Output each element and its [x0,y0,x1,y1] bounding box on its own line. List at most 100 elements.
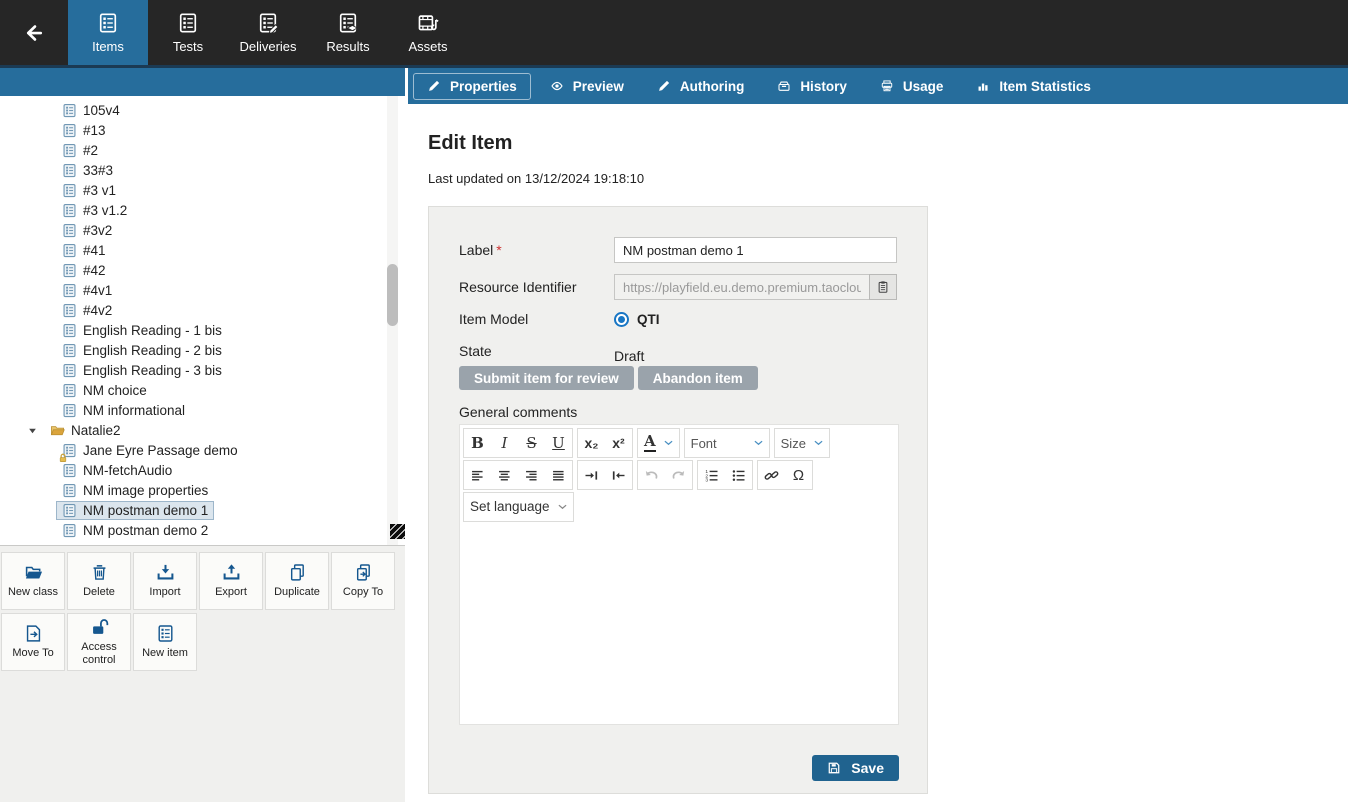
qti-radio-label: QTI [637,312,660,327]
tree-item-nm-postman-demo-1[interactable]: NM postman demo 1 [0,500,405,520]
tree-item-4v1[interactable]: #4v1 [0,280,405,300]
tree-scrollbar-thumb[interactable] [387,264,398,326]
comments-text-area[interactable] [460,524,898,724]
abandon-item-button[interactable]: Abandon item [638,366,758,390]
align-left-button[interactable] [464,461,491,489]
tree-item-english-reading-2-bis[interactable]: English Reading - 2 bis [0,340,405,360]
tab-deliveries[interactable]: Deliveries [228,0,308,65]
special-character-button[interactable]: Ω [785,461,812,489]
action-button-label: Duplicate [274,586,320,599]
item-icon [62,363,77,378]
copy-to-clipboard-button[interactable] [869,274,897,300]
tree-item-english-reading-3-bis[interactable]: English Reading - 3 bis [0,360,405,380]
item-main-area: PropertiesPreviewAuthoringHistory Usage It… [408,68,1348,802]
tab-label: Assets [408,39,447,54]
export-button[interactable]: Export [199,552,263,610]
numbered-list-button[interactable]: 123 [698,461,725,489]
tree-item-2[interactable]: #2 [0,140,405,160]
label-field-text: Label [459,242,493,258]
import-icon [156,563,175,582]
delete-button[interactable]: Delete [67,552,131,610]
label-input[interactable] [614,237,897,263]
tree-item-nm-postman-demo-2[interactable]: NM postman demo 2 [0,520,405,540]
align-right-button[interactable] [518,461,545,489]
resource-identifier-label: Resource Identifier [459,279,614,295]
bold-button[interactable]: B [464,429,491,457]
move-to-button[interactable]: Move To [1,613,65,671]
align-justify-button[interactable] [545,461,572,489]
caret-down-icon[interactable] [28,426,44,435]
underline-button[interactable]: U [545,429,572,457]
new-class-button[interactable]: New class [1,552,65,610]
superscript-button[interactable]: x² [605,429,632,457]
tree-row-inner: 105v4 [56,101,126,120]
toolbar-tab-properties[interactable]: Properties [413,73,531,100]
toolbar-tab-usage[interactable]: Usage [866,73,958,100]
toolbar-tab-item-statistics[interactable]: Item Statistics [962,73,1105,100]
item-icon [62,483,77,498]
toolbar-tab-authoring[interactable]: Authoring [643,73,758,100]
tree-item-english-reading-1-bis[interactable]: English Reading - 1 bis [0,320,405,340]
toolbar-tab-preview[interactable]: Preview [536,73,638,100]
tree-item-42[interactable]: #42 [0,260,405,280]
tree-folder-natalie2[interactable]: Natalie2 [0,420,405,440]
tree-row-inner: English Reading - 1 bis [56,321,228,340]
tree-item-jane-eyre-passage-demo[interactable]: Jane Eyre Passage demo [0,440,405,460]
item-icon [62,403,77,418]
italic-button[interactable]: I [491,429,518,457]
tree-item-33-3[interactable]: 33#3 [0,160,405,180]
size-dropdown-button[interactable]: Size [775,429,829,457]
text-color-button[interactable]: A [638,429,679,457]
tree-item-41[interactable]: #41 [0,240,405,260]
tree-item-13[interactable]: #13 [0,120,405,140]
align-center-button[interactable] [491,461,518,489]
action-button-label: New item [142,647,188,660]
align-center-icon [497,468,512,483]
tree-item-4v2[interactable]: #4v2 [0,300,405,320]
tree-item-3-v1[interactable]: #3 v1 [0,180,405,200]
save-row: Save [459,755,899,781]
subscript-button[interactable]: x₂ [578,429,605,457]
import-button[interactable]: Import [133,552,197,610]
tab-results[interactable]: Results [308,0,388,65]
resource-tree-panel: 105v4#13#233#3#3 v1#3 v1.2 #3v2 #41#42#4v1… [0,68,405,802]
undo-icon [644,468,659,483]
save-button[interactable]: Save [812,755,899,781]
copy-to-button[interactable]: Copy To [331,552,395,610]
strikethrough-button[interactable]: S [518,429,545,457]
set-language-button[interactable]: Set language [464,493,573,521]
italic-label: I [502,436,508,451]
undo-button[interactable] [638,461,665,489]
bulleted-list-button[interactable] [725,461,752,489]
submit-for-review-button[interactable]: Submit item for review [459,366,634,390]
tab-tests[interactable]: Tests [148,0,228,65]
link-button[interactable] [758,461,785,489]
outdent-button[interactable] [605,461,632,489]
duplicate-button[interactable]: Duplicate [265,552,329,610]
toolbar-tab-history[interactable]: History [763,73,861,100]
qti-radio[interactable] [614,312,629,327]
access-control-button[interactable]: Access control [67,613,131,671]
tree-item-nm-image-properties[interactable]: NM image properties [0,480,405,500]
item-icon [62,143,77,158]
tree-resize-handle[interactable] [390,524,405,539]
tree-item-3-v1-2[interactable]: #3 v1.2 [0,200,405,220]
tab-assets[interactable]: Assets [388,0,468,65]
tree-item-label: #3v2 [83,223,112,238]
tree-item-nm-informational[interactable]: NM informational [0,400,405,420]
indent-button[interactable] [578,461,605,489]
tree-item-3v2[interactable]: #3v2 [0,220,405,240]
state-label: State [459,343,614,359]
back-button[interactable] [0,0,68,65]
font-dropdown-button[interactable]: Font [685,429,769,457]
chevron-down-icon [664,440,673,446]
size-dropdown-label: Size [781,437,806,450]
tree-item-105v4[interactable]: 105v4 [0,100,405,120]
tab-items[interactable]: Items [68,0,148,65]
chevron-down-icon [558,504,567,510]
redo-button[interactable] [665,461,692,489]
tree-item-nm-fetchaudio[interactable]: NM-fetchAudio [0,460,405,480]
tree-item-nm-choice[interactable]: NM choice [0,380,405,400]
new-item-button[interactable]: New item [133,613,197,671]
toolbar-tab-label: Usage [903,79,944,94]
